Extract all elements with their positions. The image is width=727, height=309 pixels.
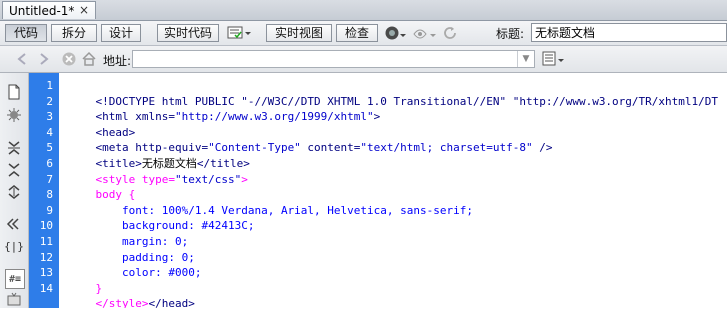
highlight-invalid-code-icon[interactable] [5, 291, 23, 309]
address-label: 地址: [103, 54, 132, 68]
code-line: <!DOCTYPE html PUBLIC "-//W3C//DTD XHTML… [69, 78, 719, 108]
line-number: 6 [46, 157, 53, 170]
code-token: > [241, 172, 248, 186]
code-token: content= [300, 141, 361, 155]
code-line: margin: 0; [69, 218, 188, 248]
visual-aids-icon[interactable] [411, 24, 437, 42]
close-icon[interactable]: × [79, 3, 89, 17]
expand-all-icon[interactable] [5, 183, 23, 201]
code-line: } [69, 265, 103, 295]
balance-braces-icon[interactable]: {|} [4, 237, 24, 255]
code-line: color: #000; [69, 250, 202, 279]
code-token: color: [95, 266, 169, 280]
live-code-button[interactable]: 实时代码 [157, 24, 219, 42]
browser-navigation-toolbar: 地址: ▼ [0, 46, 727, 73]
code-token: /> [532, 141, 553, 155]
back-icon[interactable] [14, 50, 32, 68]
code-line: </style></head> [69, 281, 195, 308]
live-view-button[interactable]: 实时视图 [266, 24, 332, 42]
chevron-down-icon[interactable]: ▼ [517, 51, 534, 67]
line-number: 4 [46, 125, 53, 139]
document-tab-label: Untitled-1* [9, 3, 75, 18]
line-numbers-icon[interactable]: #≡ [5, 269, 25, 289]
code-token: > [373, 110, 381, 124]
code-token: #000; [168, 266, 202, 280]
code-editor[interactable]: <!DOCTYPE html PUBLIC "-//W3C//DTD XHTML… [59, 73, 727, 308]
code-token: "http://www.w3.org/1999/xhtml" [174, 110, 374, 124]
line-number: 11 [39, 235, 53, 248]
code-line: font: 100%/1.4 Verdana, Arial, Helvetica… [69, 187, 473, 217]
line-number: 5 [46, 141, 53, 155]
document-toolbar: 代码 拆分 设计 实时代码 实时视图 检查 标题: [0, 21, 727, 46]
code-token: #42413C; [201, 219, 255, 233]
line-number: 10 [39, 219, 53, 233]
stop-icon[interactable] [60, 50, 78, 68]
home-icon[interactable] [80, 50, 98, 68]
code-line: <html xmlns="http://www.w3.org/1999/xhtm… [69, 94, 381, 123]
coding-toolbar: {|} #≡ [0, 73, 29, 308]
code-view-button[interactable]: 代码 [5, 24, 47, 42]
split-view-button[interactable]: 拆分 [51, 24, 97, 42]
code-line: <head> [69, 109, 136, 139]
select-parent-tag-icon[interactable] [5, 215, 23, 233]
code-token: "text/html; charset=utf-8" [360, 141, 533, 155]
forward-icon[interactable] [34, 50, 52, 68]
line-number: 13 [39, 266, 53, 280]
design-view-button[interactable]: 设计 [101, 24, 141, 42]
code-line: body { [69, 172, 136, 201]
line-number: 7 [46, 172, 53, 186]
line-number: 14 [39, 281, 53, 295]
line-number: 8 [46, 188, 53, 202]
line-number-gutter: 1 2 3 4 5 6 7 8 9 10 11 12 13 14 [29, 73, 59, 308]
document-tab-bar: Untitled-1* × [0, 0, 727, 21]
line-number: 12 [39, 250, 53, 264]
line-number: 9 [46, 203, 53, 217]
code-line: padding: 0; [69, 234, 195, 264]
browser-preview-icon[interactable] [383, 24, 407, 42]
code-token: "text/css" [174, 172, 242, 186]
title-input[interactable] [531, 23, 727, 42]
line-number: 2 [46, 94, 53, 108]
address-input[interactable]: ▼ [132, 50, 535, 68]
code-line: background: #42413C; [69, 203, 254, 232]
code-token: </head> [148, 297, 195, 308]
show-code-navigator-icon[interactable] [5, 106, 23, 124]
view-options-icon[interactable] [541, 50, 567, 68]
open-documents-icon[interactable] [5, 83, 23, 101]
code-line: <title>无标题文档</title> [69, 140, 250, 170]
collapse-selection-icon[interactable] [5, 161, 23, 179]
line-number: 1 [46, 79, 53, 92]
code-line: <meta http-equiv="Content-Type" content=… [69, 125, 553, 154]
inspect-button[interactable]: 检查 [336, 24, 378, 42]
code-token: </style> [95, 297, 149, 308]
file-compare-icon[interactable] [226, 24, 252, 42]
line-number: 3 [46, 110, 53, 124]
collapse-full-tag-icon[interactable] [5, 139, 23, 157]
code-line: <style type="text/css"> [69, 156, 248, 186]
title-label: 标题: [496, 27, 525, 41]
document-tab[interactable]: Untitled-1* × [2, 1, 96, 19]
refresh-icon[interactable] [441, 24, 459, 42]
